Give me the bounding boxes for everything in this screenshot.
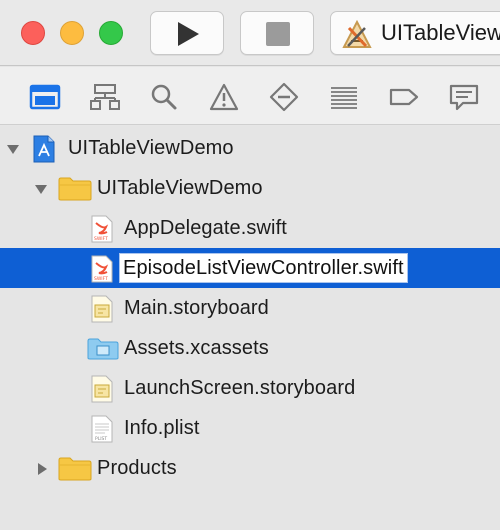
asset-catalog-icon [87, 338, 119, 360]
tree-row-label: LaunchScreen.storyboard [124, 377, 356, 399]
test-navigator-icon[interactable] [268, 82, 300, 112]
find-navigator-icon[interactable] [148, 82, 180, 112]
stop-button[interactable] [240, 11, 314, 55]
tree-row-label: Info.plist [124, 417, 200, 439]
scheme-label: UITableViewDemo [381, 20, 500, 45]
close-window-button[interactable] [21, 21, 45, 45]
symbol-navigator-icon[interactable] [89, 82, 121, 112]
xcode-app-icon [342, 20, 372, 48]
tree-row-group[interactable]: Products [0, 448, 500, 488]
svg-text:PLIST: PLIST [95, 436, 107, 442]
xcode-project-icon [33, 135, 55, 163]
tree-row-file-selected[interactable]: SWIFT EpisodeListViewController.swift [0, 248, 500, 288]
tree-row-label: UITableViewDemo [97, 177, 263, 199]
tree-row-label: UITableViewDemo [68, 137, 234, 159]
minimize-window-button[interactable] [60, 21, 84, 45]
zoom-window-button[interactable] [99, 21, 123, 45]
play-icon [178, 22, 199, 46]
storyboard-file-icon [91, 295, 113, 323]
swift-file-icon: SWIFT [91, 255, 113, 283]
tree-row-file[interactable]: PLIST Info.plist [0, 408, 500, 448]
disclosure-collapsed-icon[interactable] [35, 462, 49, 476]
tree-row-label: Assets.xcassets [124, 337, 269, 359]
navigator-selector-bar [0, 67, 500, 125]
tree-row-file[interactable]: SWIFT AppDelegate.swift [0, 208, 500, 248]
tree-row-project[interactable]: UITableViewDemo [0, 128, 500, 168]
debug-navigator-icon[interactable] [328, 82, 360, 112]
folder-icon [58, 457, 92, 481]
disclosure-expanded-icon[interactable] [34, 182, 48, 196]
project-navigator-icon[interactable] [29, 82, 61, 112]
svg-text:SWIFT: SWIFT [94, 236, 108, 242]
folder-icon [58, 177, 92, 201]
rename-file-input[interactable]: EpisodeListViewController.swift [119, 253, 408, 283]
tree-row-label: AppDelegate.swift [124, 217, 287, 239]
tree-row-label: Main.storyboard [124, 297, 269, 319]
breakpoint-navigator-icon[interactable] [388, 82, 420, 112]
swift-file-icon: SWIFT [91, 215, 113, 243]
storyboard-file-icon [91, 375, 113, 403]
stop-icon [266, 22, 290, 46]
issue-navigator-icon[interactable] [208, 82, 240, 112]
window-toolbar: UITableViewDemo [0, 0, 500, 66]
report-navigator-icon[interactable] [448, 82, 480, 112]
tree-row-label: Products [97, 457, 177, 479]
disclosure-expanded-icon[interactable] [6, 142, 20, 156]
svg-text:SWIFT: SWIFT [94, 276, 108, 282]
scheme-selector[interactable]: UITableViewDemo [330, 11, 500, 55]
run-button[interactable] [150, 11, 224, 55]
tree-row-file[interactable]: Main.storyboard [0, 288, 500, 328]
tree-row-file[interactable]: Assets.xcassets [0, 328, 500, 368]
project-navigator-outline: UITableViewDemo UITableViewDemo SWIFT Ap… [0, 126, 500, 530]
tree-row-file[interactable]: LaunchScreen.storyboard [0, 368, 500, 408]
tree-row-group[interactable]: UITableViewDemo [0, 168, 500, 208]
plist-file-icon: PLIST [91, 415, 113, 443]
